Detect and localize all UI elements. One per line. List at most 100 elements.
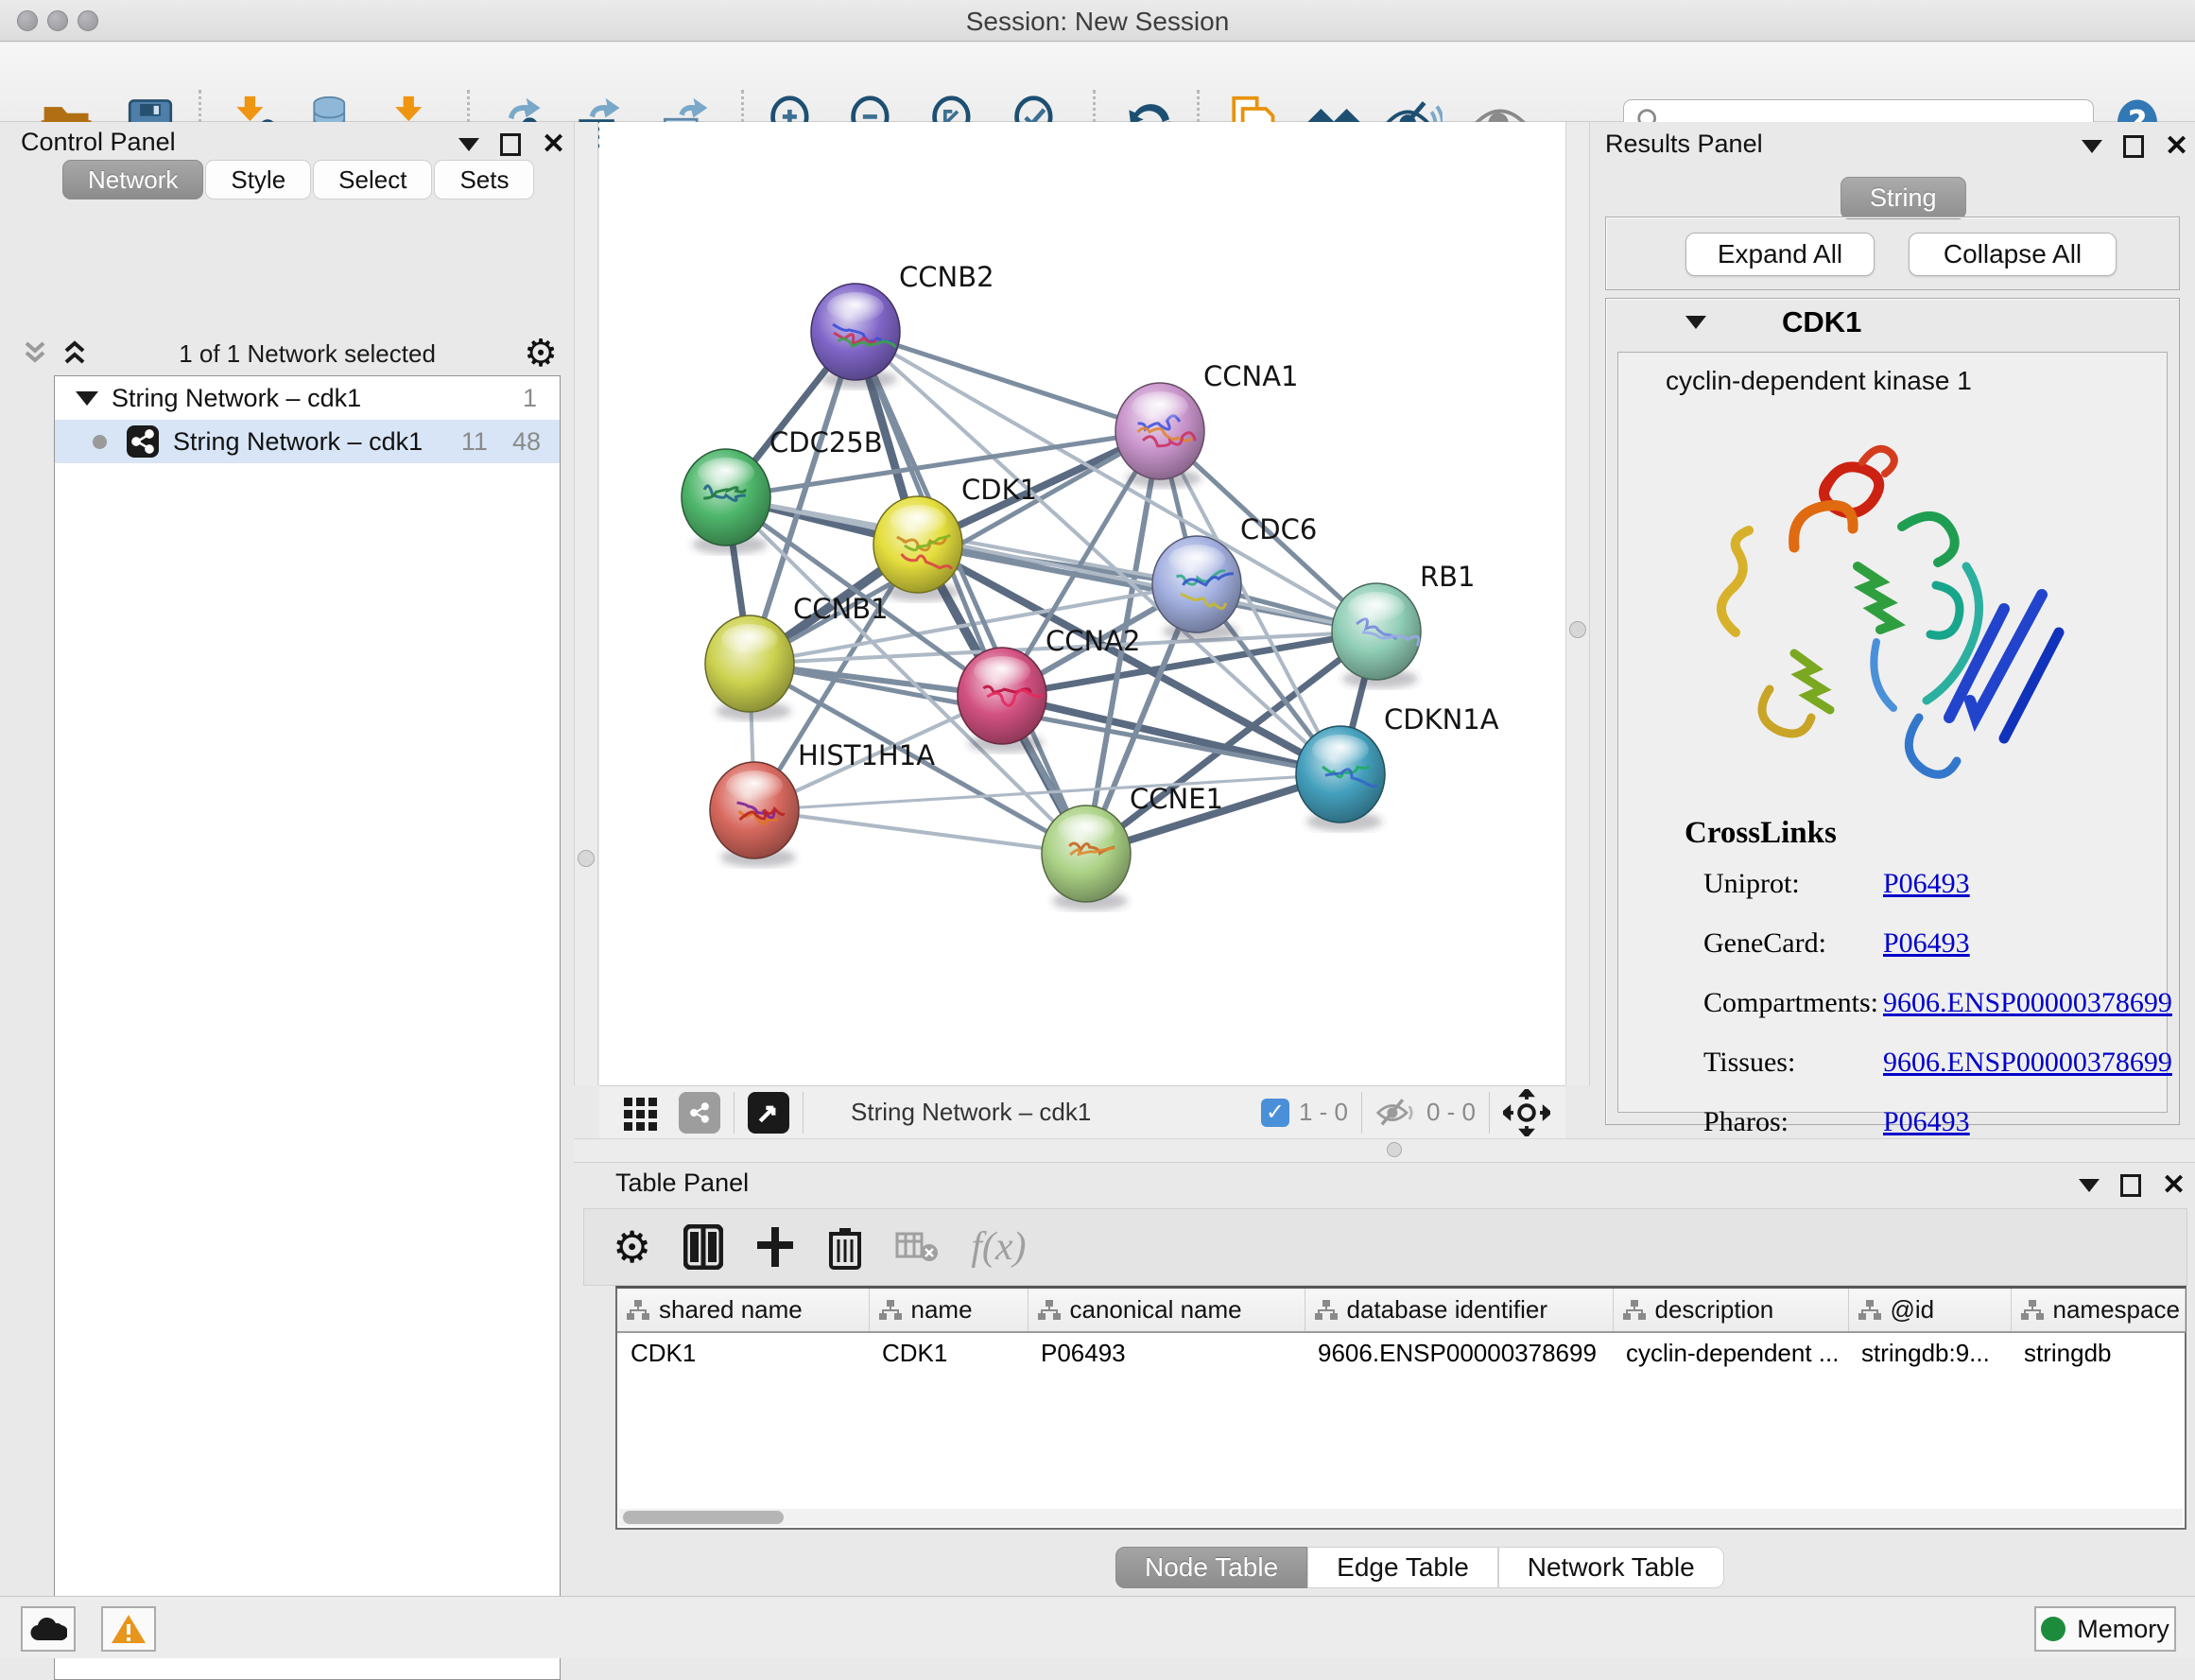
column-header-description[interactable]: description — [1613, 1289, 1848, 1332]
crosslink-link[interactable]: P06493 — [1883, 927, 1970, 960]
column-header-name[interactable]: name — [869, 1289, 1028, 1332]
crosslink-row: Uniprot:P06493 — [1703, 868, 1800, 900]
crosslink-link[interactable]: P06493 — [1883, 868, 1970, 900]
cloud-button[interactable] — [21, 1606, 76, 1652]
network-node-count: 11 — [461, 427, 488, 457]
node-HIST1H1A[interactable]: HIST1H1A — [710, 739, 935, 867]
column-header--id[interactable]: @id — [1848, 1289, 2011, 1332]
panel-menu-icon[interactable] — [458, 138, 479, 151]
network-overview-icon[interactable] — [679, 1092, 720, 1134]
gene-section-header[interactable]: CDK1 — [1606, 299, 2179, 346]
column-header-canonical-name[interactable]: canonical name — [1028, 1289, 1305, 1332]
table-cell[interactable]: stringdb — [2011, 1332, 2185, 1374]
tab-network-table[interactable]: Network Table — [1498, 1547, 1724, 1588]
tab-network[interactable]: Network — [62, 160, 203, 199]
crosslink-label: Compartments: — [1703, 987, 1878, 1018]
section-collapse-icon[interactable] — [1685, 316, 1706, 329]
panel-menu-icon[interactable] — [2079, 1179, 2100, 1192]
close-panel-icon[interactable]: ✕ — [542, 133, 565, 156]
memory-status-dot — [2041, 1617, 2065, 1641]
crosslink-link[interactable]: 9606.ENSP00000378699 — [1883, 1047, 2172, 1079]
column-header-namespace[interactable]: namespace — [2011, 1289, 2185, 1332]
left-splitter[interactable] — [574, 122, 598, 1085]
network-tree: String Network – cdk1 1 String Network –… — [54, 375, 561, 1680]
warnings-button[interactable] — [101, 1606, 156, 1652]
table-cell[interactable]: CDK1 — [617, 1332, 869, 1374]
column-type-icon — [1623, 1300, 1646, 1321]
left-splitter-handle[interactable] — [578, 850, 595, 867]
table-row[interactable]: CDK1CDK1P064939606.ENSP00000378699cyclin… — [617, 1332, 2185, 1374]
crosslink-link[interactable]: 9606.ENSP00000378699 — [1883, 987, 2172, 1019]
scrollbar-thumb[interactable] — [623, 1511, 784, 1524]
selected-nodes-checkbox[interactable]: ✓ — [1261, 1099, 1289, 1127]
tab-style[interactable]: Style — [205, 160, 311, 199]
node-gloss — [726, 771, 783, 801]
node-RB1[interactable]: RB1 — [1332, 561, 1476, 688]
add-column-icon[interactable] — [755, 1225, 795, 1269]
graphics-details-icon[interactable] — [748, 1092, 789, 1134]
close-panel-icon[interactable]: ✕ — [2165, 135, 2188, 158]
horizontal-splitter-handle[interactable] — [1387, 1142, 1402, 1157]
network-collection-row[interactable]: String Network – cdk1 1 — [55, 376, 560, 420]
float-panel-icon[interactable] — [2120, 1174, 2141, 1197]
results-panel-title: Results Panel — [1605, 130, 1763, 159]
network-edge-count: 48 — [512, 427, 541, 457]
right-splitter[interactable] — [1565, 122, 1590, 1085]
table-cell[interactable]: stringdb:9... — [1848, 1332, 2011, 1374]
node-CDC6[interactable]: CDC6 — [1152, 513, 1317, 641]
network-canvas[interactable]: CCNB2CCNA1CDC25BCDK1CDC6RB1CCNB1CCNA2CDK… — [599, 122, 1565, 1085]
table-options-gear-icon[interactable]: ⚙ — [613, 1228, 651, 1266]
expand-all-button[interactable]: Expand All — [1685, 233, 1875, 276]
node-CCNE1[interactable]: CCNE1 — [1042, 783, 1223, 910]
float-panel-icon[interactable] — [500, 133, 521, 156]
warning-icon — [111, 1613, 147, 1645]
main-toolbar: ? — [0, 43, 2195, 122]
node-label-CCNA1: CCNA1 — [1203, 360, 1298, 392]
panel-menu-icon[interactable] — [2082, 140, 2102, 153]
crosslink-link[interactable]: P06493 — [1883, 1106, 1970, 1138]
table-panel: Table Panel ✕ ⚙ f(x) shared namenamecano… — [574, 1163, 2195, 1596]
node-CDKN1A[interactable]: CDKN1A — [1296, 703, 1499, 831]
network-options-gear-icon[interactable]: ⚙ — [524, 335, 558, 372]
control-panel-title: Control Panel — [21, 128, 176, 157]
table-horizontal-scrollbar[interactable] — [619, 1509, 2183, 1526]
tab-node-table[interactable]: Node Table — [1115, 1547, 1307, 1588]
selected-counts: 1 - 0 — [1299, 1098, 1348, 1127]
function-builder-icon: f(x) — [971, 1224, 1026, 1270]
close-panel-icon[interactable]: ✕ — [2162, 1174, 2186, 1197]
window-title: Session: New Session — [0, 7, 2195, 37]
node-gloss — [1058, 814, 1115, 844]
horizontal-splitter[interactable] — [574, 1138, 2195, 1163]
tree-expand-icon[interactable] — [76, 391, 98, 406]
collapse-all-icon[interactable] — [19, 339, 51, 368]
title-bar: Session: New Session — [0, 0, 2195, 42]
gene-details: cyclin-dependent kinase 1 — [1617, 352, 2168, 1113]
node-CCNA1[interactable]: CCNA1 — [1115, 360, 1298, 488]
collapse-all-button[interactable]: Collapse All — [1909, 233, 2117, 276]
birds-eye-view-icon[interactable] — [620, 1092, 662, 1134]
node-label-RB1: RB1 — [1420, 561, 1476, 593]
tab-edge-table[interactable]: Edge Table — [1307, 1547, 1498, 1588]
table-cell[interactable]: cyclin-dependent ... — [1613, 1332, 1848, 1374]
tab-sets[interactable]: Sets — [434, 160, 534, 199]
show-columns-icon[interactable] — [683, 1224, 723, 1270]
expand-all-icon[interactable] — [59, 339, 91, 368]
tab-select[interactable]: Select — [313, 160, 432, 199]
hidden-items-icon — [1375, 1096, 1417, 1130]
table-header-row[interactable]: shared namenamecanonical namedatabase id… — [617, 1289, 2185, 1332]
right-splitter-handle[interactable] — [1569, 621, 1586, 638]
column-header-shared-name[interactable]: shared name — [617, 1289, 869, 1332]
float-panel-icon[interactable] — [2123, 135, 2144, 158]
memory-button[interactable]: Memory — [2034, 1606, 2176, 1652]
toolbar-separator — [734, 1092, 735, 1134]
network-row[interactable]: String Network – cdk1 11 48 — [55, 420, 560, 463]
node-label-CDKN1A: CDKN1A — [1384, 703, 1499, 736]
pan-mode-icon[interactable] — [1503, 1089, 1550, 1136]
column-header-database-identifier[interactable]: database identifier — [1305, 1289, 1613, 1332]
tab-string[interactable]: String — [1841, 177, 1966, 219]
memory-label: Memory — [2077, 1615, 2169, 1644]
table-cell[interactable]: 9606.ENSP00000378699 — [1305, 1332, 1613, 1374]
table-cell[interactable]: CDK1 — [869, 1332, 1028, 1374]
table-cell[interactable]: P06493 — [1028, 1332, 1305, 1374]
delete-column-icon[interactable] — [827, 1224, 863, 1270]
